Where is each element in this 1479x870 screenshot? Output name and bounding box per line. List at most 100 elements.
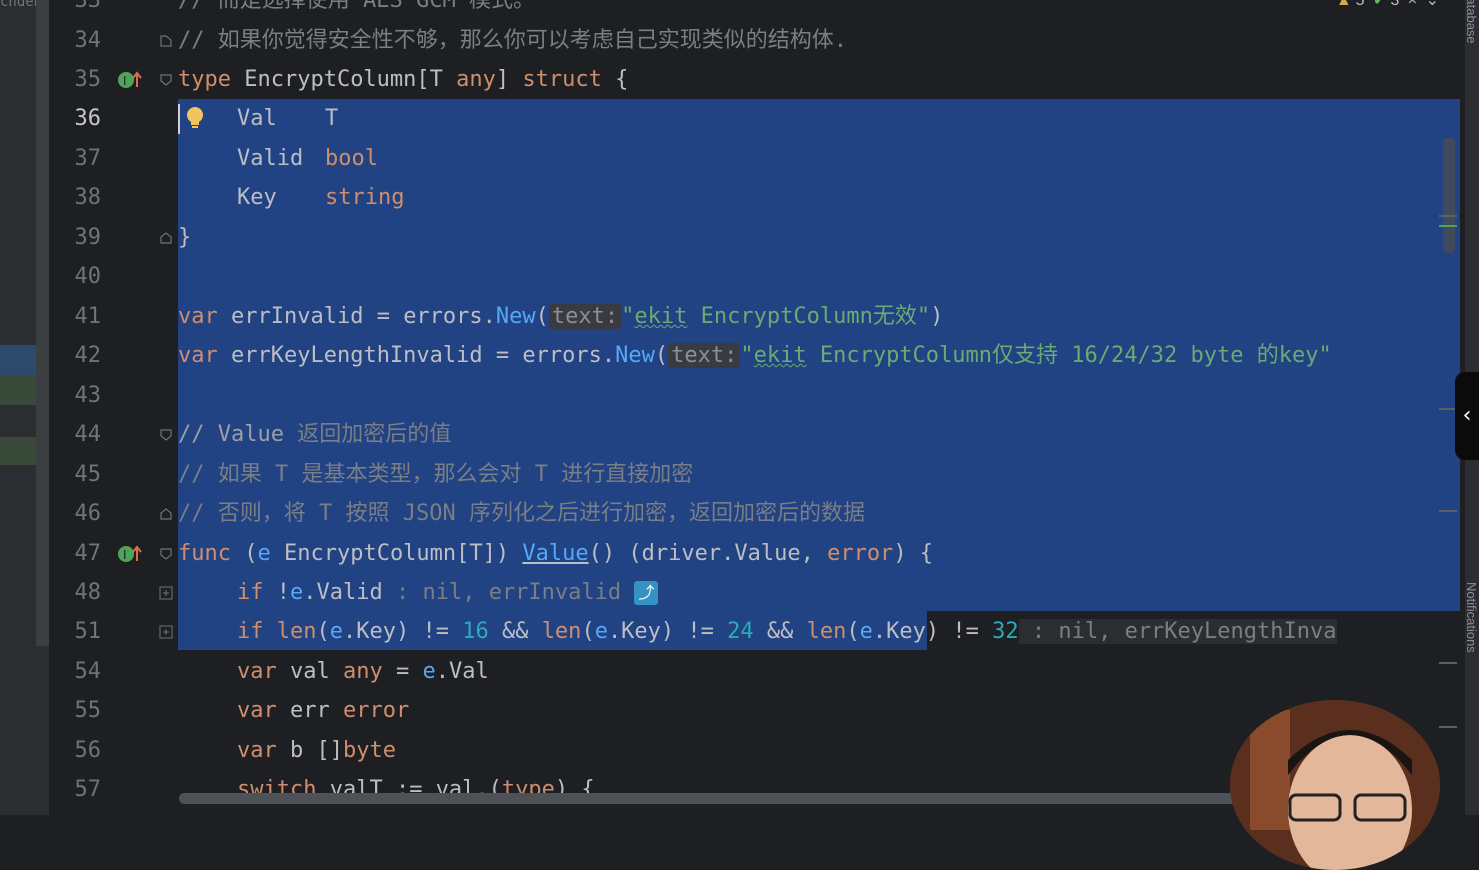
notifications-tool-tab[interactable]: Notifications [1464,582,1479,653]
code-line: 42 var errKeyLengthInvalid = errors.New(… [49,336,1479,375]
receiver-name: e [422,659,436,684]
scroll-marker [1439,215,1457,217]
keyword: func [178,541,231,566]
code-text: ( [230,541,258,566]
folded-code[interactable]: : nil, errKeyLengthInva [1018,619,1337,644]
code-text: .Value, [721,541,828,566]
warning-count: 5 [1355,0,1365,9]
code-line: 38 Key string [49,178,1479,217]
code-editor[interactable]: 33 // 而是选择使用 AES GCM 模式。 34 // 如果你觉得安全性不… [49,0,1479,815]
line-number: 40 [74,264,102,289]
function-call: New [615,343,655,368]
keyword: struct [522,67,602,92]
fold-start-icon[interactable] [159,547,173,561]
field-type: T [325,106,339,131]
comment: // 如果 T 是基本类型，那么会对 T 进行直接加密 [178,462,694,487]
field-type: string [325,185,405,210]
fold-end-icon[interactable] [159,507,173,521]
lightbulb-icon[interactable] [184,105,206,135]
line-number: 56 [74,738,102,763]
type-name: EncryptColumn[T]) [270,541,523,566]
keyword: var [237,738,277,763]
variable-name: err [276,698,343,723]
vertical-scrollbar-thumb[interactable] [1443,138,1455,253]
keyword: var [178,343,218,368]
code-line: 47 I func (e EncryptColumn[T]) Value() (… [49,534,1479,573]
line-number: 35 [74,67,102,92]
line-number: 34 [74,28,102,53]
string-literal: EncryptColumn仅支持 16/24/32 byte 的key" [806,343,1332,368]
code-line: 51 if len(e.Key) != 16 && len(e.Key) != … [49,612,1479,651]
code-line: 39 } [49,218,1479,257]
scroll-marker [1439,662,1457,664]
package-name: driver [641,541,722,566]
project-panel-scrollbar[interactable] [36,0,49,646]
code-line: 41 var errInvalid = errors.New(text: "eki… [49,297,1479,336]
warning-icon: ▲ [1335,0,1352,9]
fold-end-icon[interactable] [159,231,173,245]
code-line: 46 // 否则，将 T 按照 JSON 序列化之后进行加密，返回加密后的数据 [49,494,1479,533]
variable-name: errInvalid = [217,304,404,329]
code-line: 48 if !e.Valid : nil, errInvalid ⤴ [49,573,1479,612]
method-name: Value [522,541,589,566]
line-number: 47 [74,541,102,566]
field-type: bool [325,146,378,171]
horizontal-scrollbar[interactable] [179,793,1329,804]
receiver-name: e [329,619,343,644]
parameter-hint: text: [548,304,622,329]
receiver-name: e [859,619,873,644]
variable-name: b [] [276,738,343,763]
comment: // 而是选择使用 AES GCM 模式。 [178,0,535,13]
implementation-gutter-icon[interactable]: I [117,543,143,565]
keyword: error [342,698,410,723]
line-number: 44 [74,422,102,447]
chevron-down-icon[interactable]: ⌄ [1426,0,1439,9]
check-count: 3 [1390,0,1400,9]
string-literal: ekit [634,304,688,329]
inspections-widget[interactable]: ▲ 5 ✔ 3 × ⌄ [1332,0,1439,12]
keyword: if [237,619,264,644]
close-icon[interactable]: × [1408,0,1417,9]
code-line: 54 var val any = e.Val [49,652,1479,691]
fold-start-icon[interactable] [159,428,173,442]
comment: // 否则，将 T 按照 JSON 序列化之后进行加密，返回加密后的数据 [178,501,865,526]
package-name: errors [522,343,602,368]
struct-field: Key [237,185,277,210]
builtin-function: len [806,619,847,644]
code-text: { [601,67,629,92]
comment: // 如果你觉得安全性不够，那么你可以考虑自己实现类似的结构体. [178,28,847,53]
line-number: 36 [74,106,102,131]
fold-expand-icon[interactable] [159,625,173,639]
line-number: 43 [74,383,102,408]
keyword: type [178,67,231,92]
struct-field: Valid [237,146,304,171]
fold-expand-icon[interactable] [159,586,173,600]
chevron-left-icon[interactable]: ‹ [1455,372,1479,460]
line-number: 38 [74,185,102,210]
parameter-hint: text: [668,343,741,368]
struct-field: Val [237,106,277,131]
code-text: () ( [588,541,642,566]
variable-name: errKeyLengthInvalid = [217,343,523,368]
implementation-gutter-icon[interactable]: I [117,69,143,91]
scroll-marker [1439,726,1457,728]
folded-code[interactable]: : nil, errInvalid [383,580,635,605]
builtin-function: len [263,619,317,644]
receiver-name: e [257,541,271,566]
line-number: 57 [74,777,102,802]
line-number: 54 [74,659,102,684]
line-number: 41 [74,304,102,329]
line-number: 42 [74,343,102,368]
code-line: 34 // 如果你觉得安全性不够，那么你可以考虑自己实现类似的结构体. [49,21,1479,60]
code-line: 33 // 而是选择使用 AES GCM 模式。 [49,0,1479,20]
code-text: ) { [893,541,934,566]
code-line: 43 [49,376,1479,415]
scroll-marker [1439,225,1457,227]
fold-end-icon[interactable] [159,34,173,48]
line-number: 37 [74,146,102,171]
scroll-marker [1439,510,1457,512]
keyword: any [342,659,383,684]
database-tool-tab[interactable]: Database [1464,0,1479,44]
fold-start-icon[interactable] [159,73,173,87]
webcam-overlay [1230,700,1440,870]
